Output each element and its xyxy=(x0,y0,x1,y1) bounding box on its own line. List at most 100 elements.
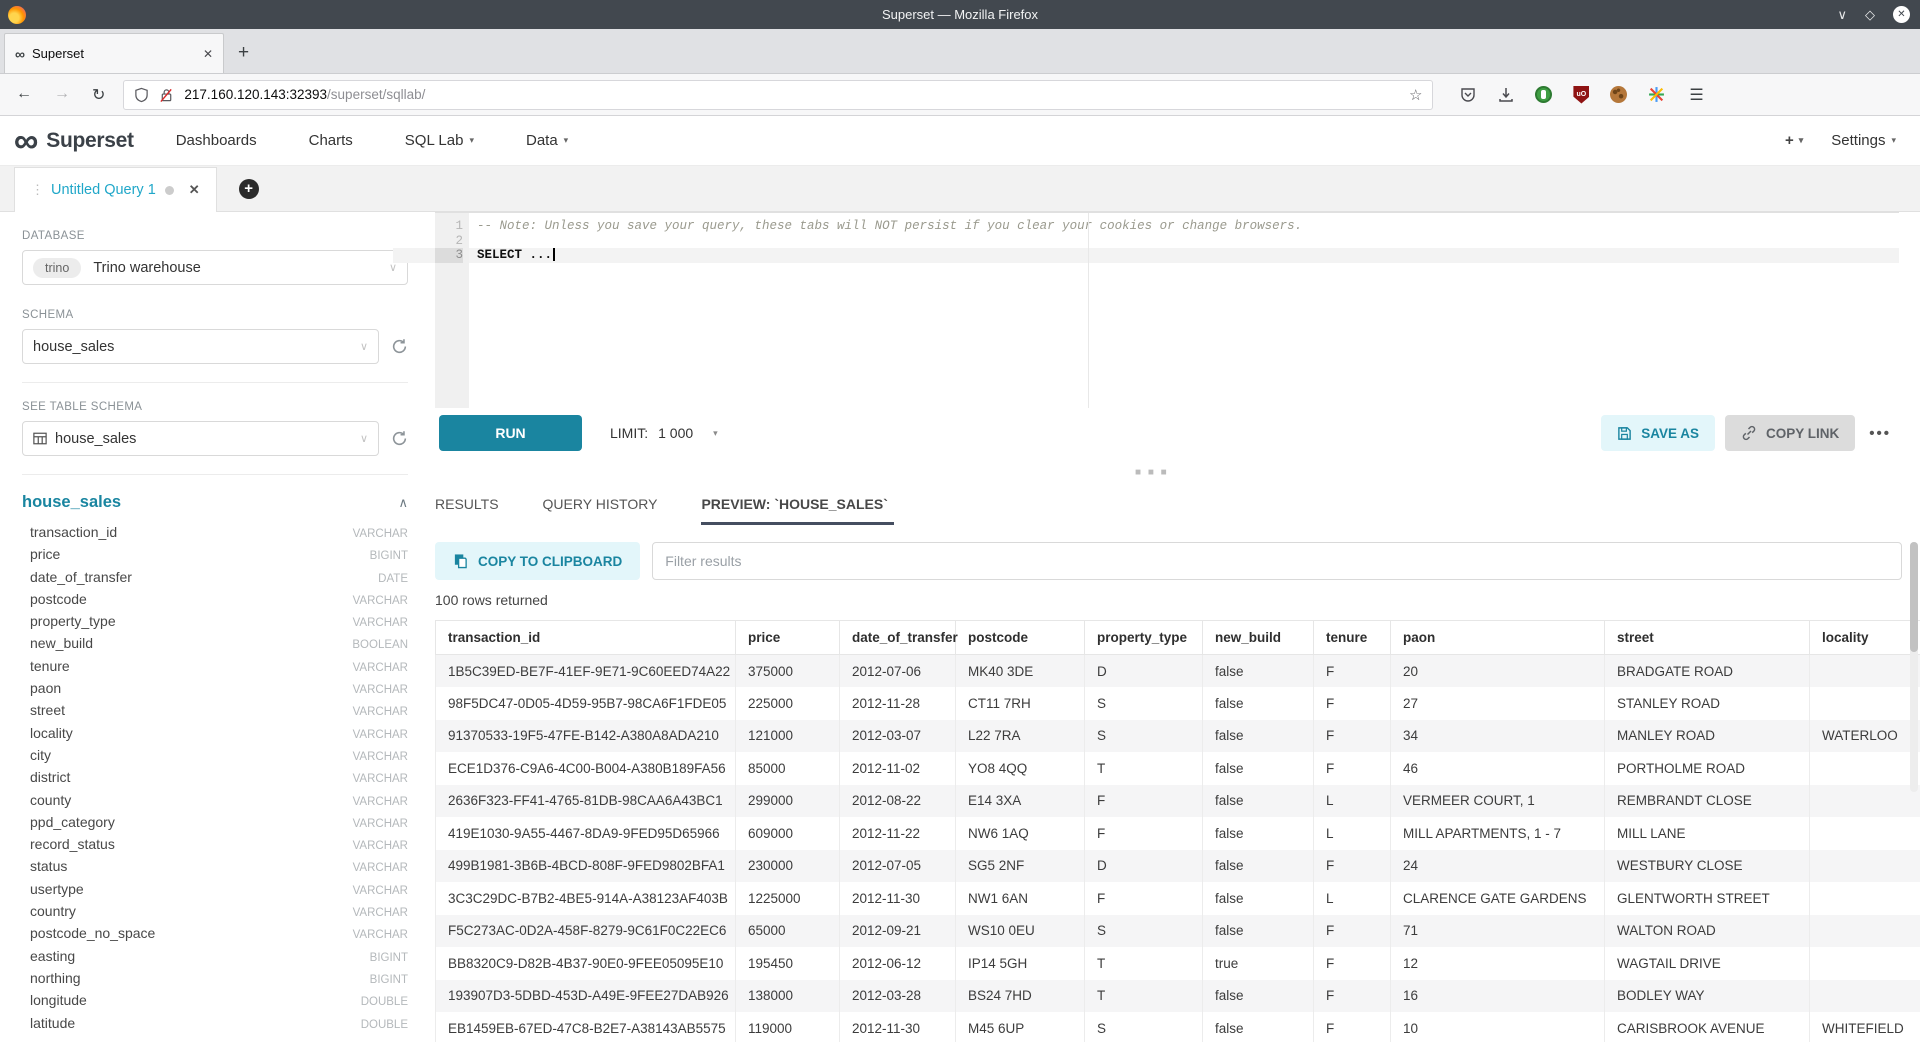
forward-button[interactable]: → xyxy=(54,85,70,105)
schema-column[interactable]: property_typeVARCHAR xyxy=(22,613,408,635)
url-bar[interactable]: 217.160.120.143:32393/superset/sqllab/ ☆ xyxy=(123,80,1433,110)
results-column-header[interactable]: price xyxy=(736,621,840,655)
chevron-down-icon: ∨ xyxy=(360,340,368,353)
results-column-header[interactable]: new_build xyxy=(1203,621,1314,655)
column-name: district xyxy=(30,769,70,785)
schema-column[interactable]: latitudeDOUBLE xyxy=(22,1015,408,1037)
schema-column[interactable]: districtVARCHAR xyxy=(22,769,408,791)
schema-column[interactable]: postcodeVARCHAR xyxy=(22,591,408,613)
back-button[interactable]: ← xyxy=(16,85,32,105)
more-menu-button[interactable]: ••• xyxy=(1869,425,1891,442)
query-tab-untitled-1[interactable]: ⋮ Untitled Query 1 ✕ xyxy=(14,167,217,212)
scrollbar-thumb[interactable] xyxy=(1910,542,1918,652)
collapse-chevron-icon[interactable]: ∧ xyxy=(398,495,408,511)
table-cell: 2012-11-22 xyxy=(840,817,956,850)
table-row: EB1459EB-67ED-47C8-B2E7-A38143AB55751190… xyxy=(436,1012,1920,1042)
privacy-extension-icon[interactable] xyxy=(1535,86,1552,103)
bookmark-star-icon[interactable]: ☆ xyxy=(1409,86,1422,104)
column-type: VARCHAR xyxy=(353,729,408,741)
settings-menu[interactable]: Settings▾ xyxy=(1831,132,1896,149)
table-cell xyxy=(1810,882,1920,915)
results-column-header[interactable]: property_type xyxy=(1085,621,1203,655)
tab-results[interactable]: RESULTS xyxy=(435,488,499,530)
results-scrollbar[interactable] xyxy=(1910,542,1918,792)
schema-column[interactable]: new_buildBOOLEAN xyxy=(22,635,408,657)
superset-logo[interactable]: ∞ Superset xyxy=(14,126,134,156)
schema-column[interactable]: localityVARCHAR xyxy=(22,725,408,747)
query-tab-close-icon[interactable]: ✕ xyxy=(189,182,200,198)
minimize-button[interactable]: ∨ xyxy=(1837,7,1847,23)
add-new-button[interactable]: +▾ xyxy=(1785,132,1803,149)
schema-column[interactable]: cityVARCHAR xyxy=(22,747,408,769)
download-icon[interactable] xyxy=(1497,86,1515,104)
schema-column[interactable]: postcode_no_spaceVARCHAR xyxy=(22,925,408,947)
schema-column[interactable]: date_of_transferDATE xyxy=(22,569,408,591)
pane-resize-handle[interactable]: ■ ■ ■ xyxy=(1135,467,1169,478)
table-cell: T xyxy=(1085,980,1203,1013)
window-titlebar: Superset — Mozilla Firefox ∨ ◇ ✕ xyxy=(0,0,1920,29)
nav-data[interactable]: Data▾ xyxy=(526,132,568,149)
schema-column[interactable]: streetVARCHAR xyxy=(22,702,408,724)
menu-icon[interactable]: ☰ xyxy=(1689,85,1703,105)
reload-button[interactable]: ↻ xyxy=(92,85,105,105)
filter-results-input[interactable] xyxy=(652,542,1902,580)
schema-column[interactable]: countyVARCHAR xyxy=(22,792,408,814)
results-column-header[interactable]: postcode xyxy=(956,621,1085,655)
schema-column[interactable]: priceBIGINT xyxy=(22,546,408,568)
copy-to-clipboard-button[interactable]: COPY TO CLIPBOARD xyxy=(435,542,640,580)
copy-link-button[interactable]: COPY LINK xyxy=(1725,415,1855,451)
schema-column[interactable]: northingBIGINT xyxy=(22,970,408,992)
column-type: BIGINT xyxy=(370,974,408,986)
schema-column[interactable]: ppd_categoryVARCHAR xyxy=(22,814,408,836)
table-cell: 419E1030-9A55-4467-8DA9-9FED95D65966 xyxy=(436,817,736,850)
results-grid: transaction_idpricedate_of_transferpostc… xyxy=(435,620,1920,1042)
sql-editor[interactable]: 1 2 3 -- Note: Unless you save your quer… xyxy=(435,212,1899,408)
schema-column[interactable]: transaction_idVARCHAR xyxy=(22,524,408,546)
tab-close-icon[interactable]: ✕ xyxy=(203,47,213,61)
shield-icon[interactable] xyxy=(134,87,149,103)
refresh-schema-icon[interactable] xyxy=(391,338,408,355)
schema-column[interactable]: record_statusVARCHAR xyxy=(22,836,408,858)
schema-column[interactable]: paonVARCHAR xyxy=(22,680,408,702)
schema-column[interactable]: eastingBIGINT xyxy=(22,948,408,970)
table-select[interactable]: house_sales ∨ xyxy=(22,421,379,456)
container-extension-icon[interactable] xyxy=(1647,86,1665,104)
editor-code[interactable]: -- Note: Unless you save your query, the… xyxy=(469,219,1899,408)
schema-column[interactable]: longitudeDOUBLE xyxy=(22,992,408,1014)
nav-dashboards[interactable]: Dashboards xyxy=(176,132,257,149)
nav-charts[interactable]: Charts xyxy=(309,132,353,149)
tab-query-history[interactable]: QUERY HISTORY xyxy=(543,488,658,530)
schema-column[interactable]: usertypeVARCHAR xyxy=(22,881,408,903)
database-select[interactable]: trino Trino warehouse ∨ xyxy=(22,250,408,285)
lock-crossed-icon[interactable] xyxy=(159,87,174,103)
schema-column[interactable]: countryVARCHAR xyxy=(22,903,408,925)
table-cell: MANLEY ROAD xyxy=(1605,720,1810,753)
schema-select[interactable]: house_sales ∨ xyxy=(22,329,379,364)
ublock-icon[interactable]: uO xyxy=(1572,86,1590,104)
save-as-button[interactable]: SAVE AS xyxy=(1601,415,1715,451)
schema-column[interactable]: tenureVARCHAR xyxy=(22,658,408,680)
table-schema-title[interactable]: house_sales xyxy=(22,493,121,512)
results-column-header[interactable]: locality xyxy=(1810,621,1920,655)
add-query-tab-button[interactable]: + xyxy=(239,179,259,199)
new-tab-button[interactable]: + xyxy=(238,33,249,73)
results-column-header[interactable]: transaction_id xyxy=(436,621,736,655)
results-column-header[interactable]: tenure xyxy=(1314,621,1391,655)
close-button[interactable]: ✕ xyxy=(1893,6,1910,23)
maximize-button[interactable]: ◇ xyxy=(1865,7,1875,23)
table-row: 499B1981-3B6B-4BCD-808F-9FED9802BFA12300… xyxy=(436,850,1920,883)
run-button[interactable]: RUN xyxy=(439,415,582,451)
drag-handle-icon[interactable]: ⋮ xyxy=(31,182,42,198)
results-column-header[interactable]: date_of_transfer xyxy=(840,621,956,655)
results-column-header[interactable]: street xyxy=(1605,621,1810,655)
table-row: ECE1D376-C9A6-4C00-B004-A380B189FA568500… xyxy=(436,752,1920,785)
browser-tab[interactable]: ∞ Superset ✕ xyxy=(4,33,224,73)
limit-dropdown[interactable]: LIMIT: 1 000 ▾ xyxy=(610,425,718,441)
pocket-icon[interactable] xyxy=(1459,86,1477,104)
tab-preview-house-sales[interactable]: PREVIEW: `HOUSE_SALES` xyxy=(701,488,887,530)
results-column-header[interactable]: paon xyxy=(1391,621,1605,655)
cookie-extension-icon[interactable] xyxy=(1610,86,1627,103)
schema-column[interactable]: statusVARCHAR xyxy=(22,858,408,880)
nav-sql-lab[interactable]: SQL Lab▾ xyxy=(405,132,474,149)
refresh-table-icon[interactable] xyxy=(391,430,408,447)
